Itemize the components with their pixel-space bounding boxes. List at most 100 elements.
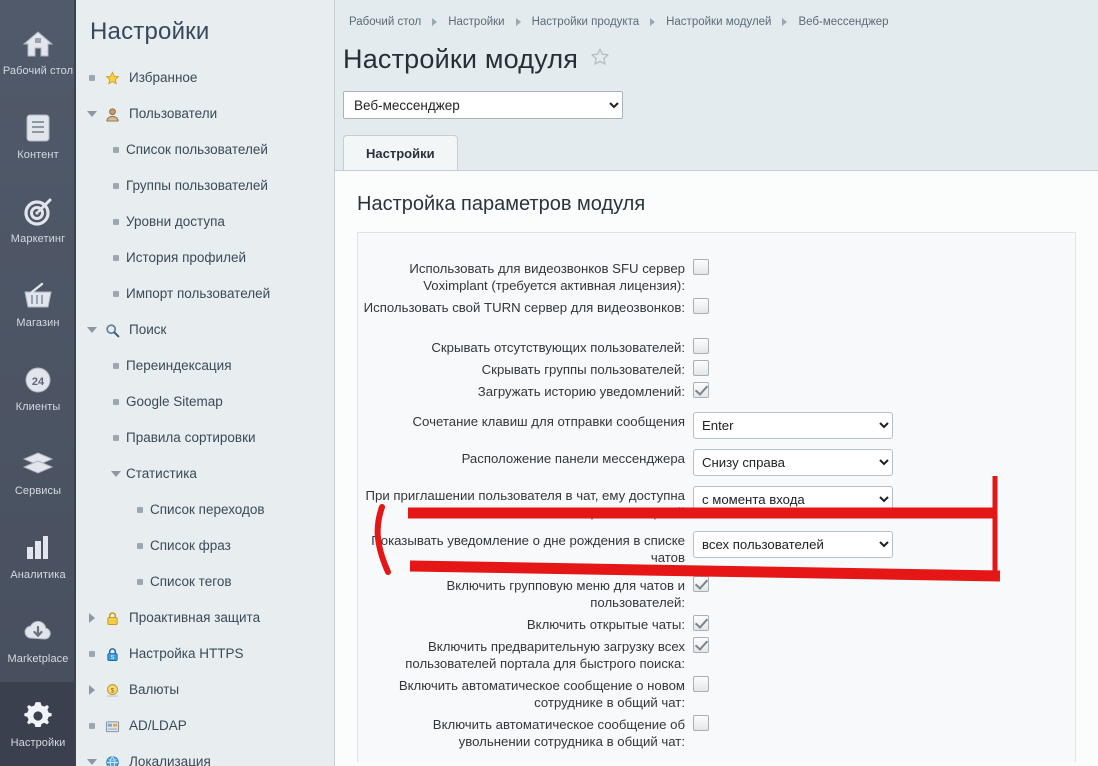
breadcrumb-link[interactable]: Настройки продукта bbox=[526, 16, 646, 28]
bullet-icon bbox=[84, 723, 100, 729]
chevron-right-icon[interactable] bbox=[84, 685, 100, 695]
tree-item-12[interactable]: Список переходов bbox=[76, 492, 334, 528]
setting-checkbox[interactable] bbox=[693, 298, 709, 314]
tree-item-label: Избранное bbox=[129, 70, 198, 85]
form-row-control bbox=[693, 382, 1075, 398]
breadcrumb-link[interactable]: Рабочий стол bbox=[343, 16, 427, 28]
rail-item-shop[interactable]: Магазин bbox=[0, 262, 76, 346]
tree-item-14[interactable]: Список тегов bbox=[76, 564, 334, 600]
rail-item-desktop[interactable]: Рабочий стол bbox=[0, 10, 76, 94]
tree-item-8[interactable]: Переиндексация bbox=[76, 348, 334, 384]
tree-item-label: Google Sitemap bbox=[126, 394, 223, 409]
coin-icon: $ bbox=[102, 681, 122, 699]
tree-item-6[interactable]: Импорт пользователей bbox=[76, 276, 334, 312]
bullet-icon bbox=[132, 579, 148, 585]
tree-item-label: Поиск bbox=[129, 322, 167, 337]
setting-checkbox[interactable] bbox=[693, 715, 709, 731]
module-select[interactable]: Веб-мессенджер bbox=[343, 91, 623, 119]
tree-item-5[interactable]: История профилей bbox=[76, 240, 334, 276]
breadcrumb-link[interactable]: Веб-мессенджер bbox=[792, 16, 894, 28]
tree-item-19[interactable]: Локализация bbox=[76, 744, 334, 766]
breadcrumb-separator-icon bbox=[650, 18, 656, 26]
rail-item-label: Аналитика bbox=[10, 568, 66, 581]
tree-item-9[interactable]: Google Sitemap bbox=[76, 384, 334, 420]
tree-item-label: Список фраз bbox=[150, 538, 231, 553]
form-row: Включить автоматическое сообщение о ново… bbox=[358, 676, 1075, 711]
form-row-control: с момента входався историянедоступна bbox=[693, 486, 1075, 513]
tree-item-label: Список тегов bbox=[150, 574, 232, 589]
setting-checkbox[interactable] bbox=[693, 338, 709, 354]
setting-select[interactable]: всех пользователейне показыватьтолько мо… bbox=[693, 531, 893, 558]
tree-item-17[interactable]: $ Валюты bbox=[76, 672, 334, 708]
tree-item-11[interactable]: Статистика bbox=[76, 456, 334, 492]
tree-item-16[interactable]: S Настройка HTTPS bbox=[76, 636, 334, 672]
svg-text:$: $ bbox=[110, 687, 114, 694]
setting-checkbox[interactable] bbox=[693, 360, 709, 376]
tree-item-0[interactable]: Избранное bbox=[76, 60, 334, 96]
form-row-label: Расположение панели мессенджера bbox=[461, 451, 685, 466]
rail-item-marketing[interactable]: Маркетинг bbox=[0, 178, 76, 262]
tree-item-15[interactable]: Проактивная защита bbox=[76, 600, 334, 636]
tree-item-7[interactable]: Поиск bbox=[76, 312, 334, 348]
tree-item-3[interactable]: Группы пользователей bbox=[76, 168, 334, 204]
tab-settings[interactable]: Настройки bbox=[343, 135, 458, 171]
rail-item-label: Настройки bbox=[10, 736, 66, 749]
rail-item-analytics[interactable]: Аналитика bbox=[0, 514, 76, 598]
basket-icon bbox=[21, 279, 55, 313]
star-icon bbox=[102, 69, 122, 87]
setting-checkbox[interactable] bbox=[693, 615, 709, 631]
form-row: При приглашении пользователя в чат, ему … bbox=[358, 486, 1075, 521]
tree-item-18[interactable]: AD/LDAP bbox=[76, 708, 334, 744]
svg-text:S: S bbox=[110, 655, 114, 661]
tree-item-label: Список переходов bbox=[150, 502, 265, 517]
document-icon bbox=[21, 111, 55, 145]
chevron-down-icon[interactable] bbox=[108, 471, 124, 477]
rail-item-clients[interactable]: 24 Клиенты bbox=[0, 346, 76, 430]
form-row-label: Использовать свой TURN сервер для видеоз… bbox=[363, 300, 685, 315]
setting-checkbox[interactable] bbox=[693, 637, 709, 653]
form-row-label: Скрывать отсутствующих пользователей: bbox=[431, 340, 685, 355]
tree-item-1[interactable]: Пользователи bbox=[76, 96, 334, 132]
rail-item-marketplace[interactable]: Marketplace bbox=[0, 598, 76, 682]
bullet-icon bbox=[108, 291, 124, 297]
tree-item-label: Уровни доступа bbox=[126, 214, 225, 229]
settings-content: Настройка параметров модуля Использовать… bbox=[335, 170, 1098, 766]
tree-item-label: Настройка HTTPS bbox=[129, 646, 244, 661]
rail-item-settings[interactable]: Настройки bbox=[0, 682, 76, 766]
chevron-down-icon[interactable] bbox=[84, 327, 100, 333]
bullet-icon bbox=[108, 147, 124, 153]
tree-item-2[interactable]: Список пользователей bbox=[76, 132, 334, 168]
tree-item-label: AD/LDAP bbox=[129, 718, 187, 733]
tree-item-label: Список пользователей bbox=[126, 142, 268, 157]
form-row-control bbox=[693, 259, 1075, 275]
setting-checkbox[interactable] bbox=[693, 259, 709, 275]
tree-item-4[interactable]: Уровни доступа bbox=[76, 204, 334, 240]
tree-item-label: Переиндексация bbox=[126, 358, 232, 373]
form-row: Сочетание клавиш для отправки сообщения E… bbox=[358, 412, 1075, 439]
breadcrumb-link[interactable]: Настройки bbox=[442, 16, 510, 28]
tree-item-label: Валюты bbox=[129, 682, 180, 697]
chevron-right-icon[interactable] bbox=[84, 613, 100, 623]
bullet-icon bbox=[132, 543, 148, 549]
tree-item-label: История профилей bbox=[126, 250, 247, 265]
tree-item-10[interactable]: Правила сортировки bbox=[76, 420, 334, 456]
target-icon bbox=[21, 195, 55, 229]
setting-select[interactable]: EnterCtrl+Enter bbox=[693, 412, 893, 439]
setting-select[interactable]: с момента входався историянедоступна bbox=[693, 486, 893, 513]
chevron-down-icon[interactable] bbox=[84, 759, 100, 765]
chevron-down-icon[interactable] bbox=[84, 111, 100, 117]
crm24-icon: 24 bbox=[21, 363, 55, 397]
rail-item-services[interactable]: Сервисы bbox=[0, 430, 76, 514]
content-heading: Настройка параметров модуля bbox=[357, 193, 646, 215]
star-outline-icon[interactable] bbox=[590, 47, 610, 72]
home-icon bbox=[21, 27, 55, 61]
rail-item-content[interactable]: Контент bbox=[0, 94, 76, 178]
tree-item-13[interactable]: Список фраз bbox=[76, 528, 334, 564]
breadcrumb-link[interactable]: Настройки модулей bbox=[660, 16, 777, 28]
setting-checkbox[interactable] bbox=[693, 382, 709, 398]
setting-select[interactable]: Снизу справаСнизу слева bbox=[693, 449, 893, 476]
bullet-icon bbox=[108, 183, 124, 189]
setting-checkbox[interactable] bbox=[693, 576, 709, 592]
setting-checkbox[interactable] bbox=[693, 676, 709, 692]
form-row: Загружать историю уведомлений: bbox=[358, 382, 1075, 400]
